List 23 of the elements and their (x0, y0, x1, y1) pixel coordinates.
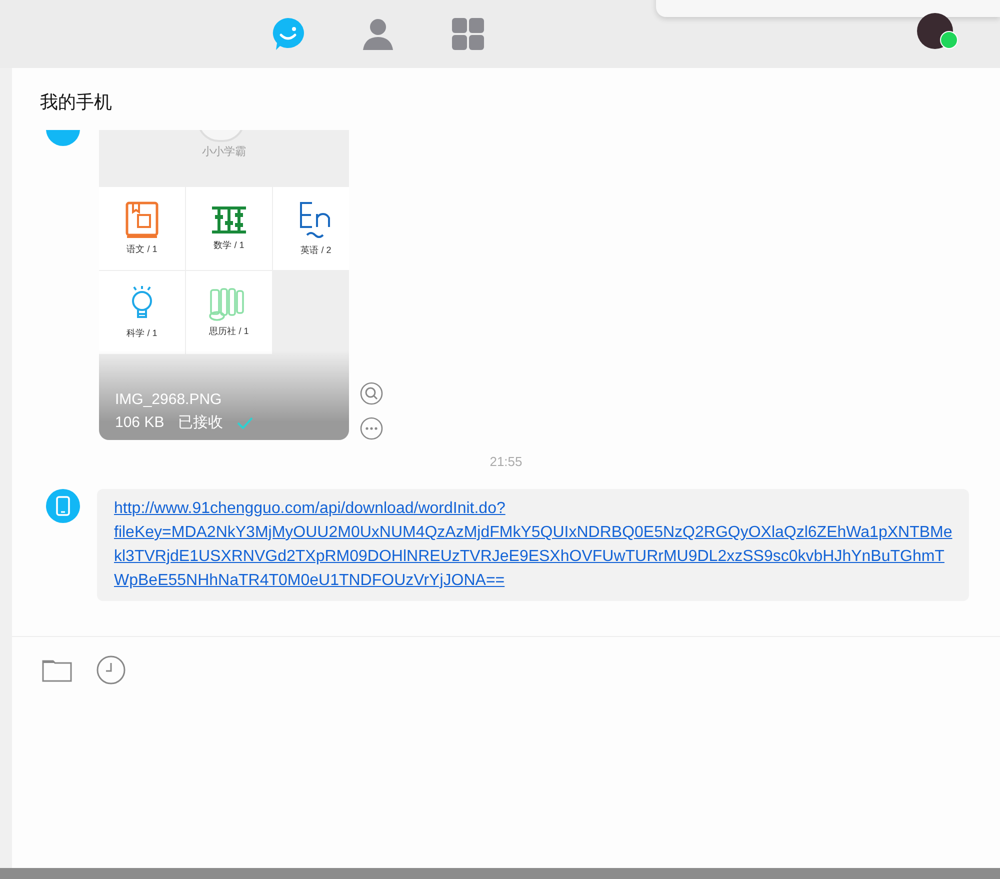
app-title: 小小学霸 (202, 145, 246, 159)
book-icon (125, 201, 159, 239)
subject-label: 英语 / 2 (300, 244, 332, 257)
subject-label: 数学 / 1 (214, 239, 244, 252)
conversation-title: 我的手机 (40, 92, 112, 112)
tablet-icon (56, 496, 70, 516)
online-status-icon (940, 31, 958, 49)
subject-label: 思历社 / 1 (209, 325, 249, 338)
person-icon (360, 16, 396, 52)
chat-bubble-icon (270, 16, 306, 52)
file-size: 106 KB (115, 414, 164, 431)
download-link[interactable]: http://www.91chengguo.com/api/download/wordInit.do?fileKey=MDA2NkY3MjMyOUU2M0UxNUM4QzAzMjdFMkY5QUIxNDRBQ0E5NzQ2RGQyOXlaQzl6ZEhWa1pXNTBMekl3TVRjdE1USXRNVGd2TXpRM09DOHlNREUzTVRJeE9ESXhOVFUwTURrMU9DL2xzSS9sc0kvbHJhYnBuTGhmTWpBeE55NHhNaTR4T0M0eU1TNDFOUzVrYjJONA== (114, 497, 953, 593)
file-name: IMG_2968.PNG (115, 391, 223, 408)
abacus-icon (211, 205, 247, 235)
image-card[interactable]: 小小学霸 语文 / 1 数学 / 1 英语 / 2 科学 / 1 思历社 / 1 IMG_2968.PNG 106 KB 已接收 (99, 130, 349, 440)
history-button[interactable] (96, 655, 126, 685)
more-button[interactable] (360, 417, 383, 440)
subject-label: 语文 / 1 (126, 243, 158, 256)
search-button[interactable] (360, 382, 383, 405)
file-status: 已接收 (178, 413, 224, 432)
timestamp: 21:55 (490, 454, 522, 469)
subject-label: 科学 / 1 (126, 327, 158, 340)
grid-icon (450, 16, 486, 52)
